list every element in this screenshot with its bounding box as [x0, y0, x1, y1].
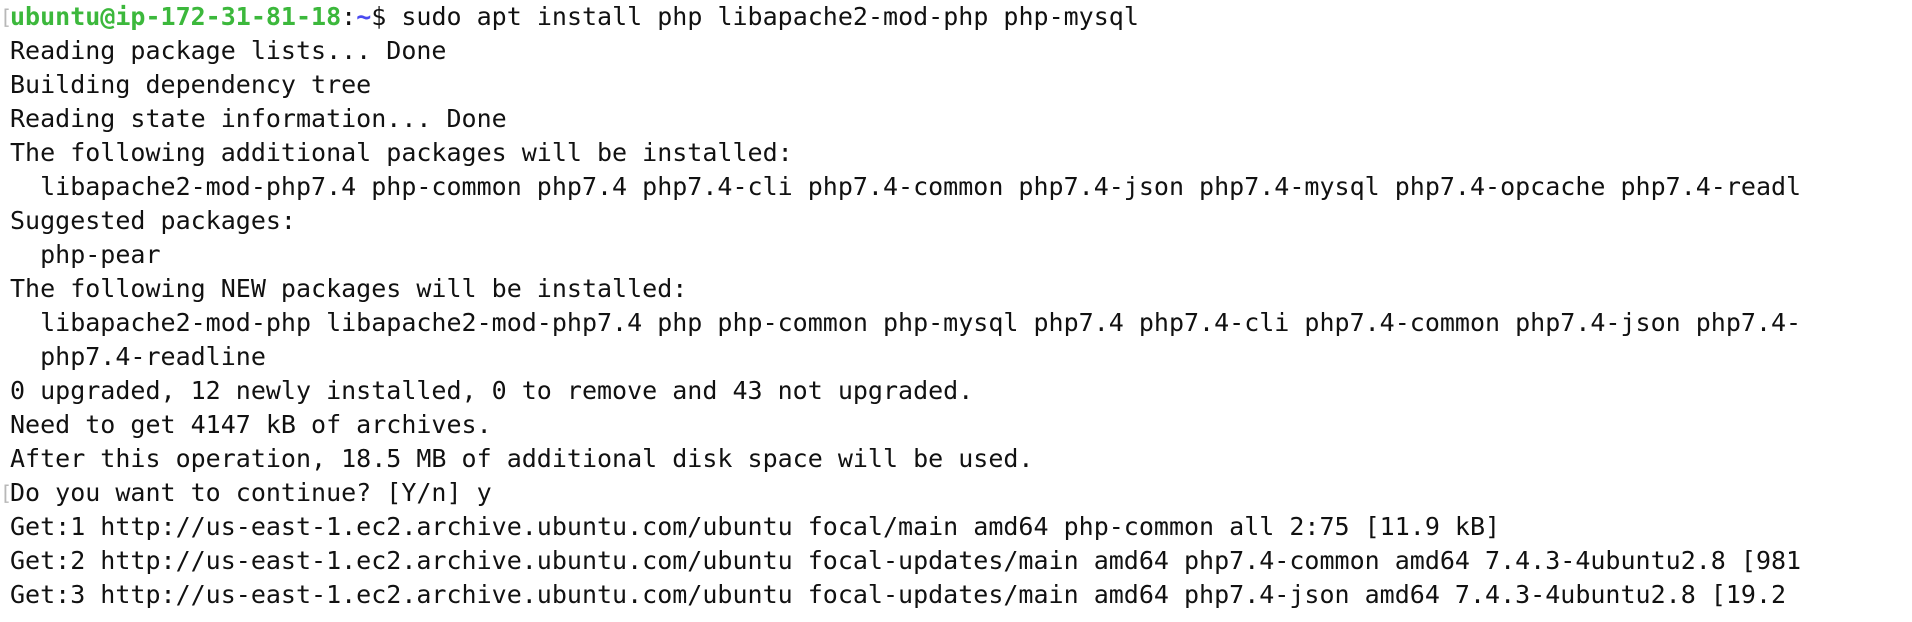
output-line: The following NEW packages will be insta…	[10, 274, 688, 303]
output-line: The following additional packages will b…	[10, 138, 793, 167]
output-line: Get:1 http://us-east-1.ec2.archive.ubunt…	[10, 512, 1501, 541]
prompt-command: sudo apt install php libapache2-mod-php …	[401, 2, 1139, 31]
output-line: Reading state information... Done	[10, 104, 507, 133]
prompt-path: ~	[356, 2, 372, 31]
output-line: libapache2-mod-php libapache2-mod-php7.4…	[10, 308, 1802, 337]
prompt-separator: :	[341, 2, 357, 31]
output-line: libapache2-mod-php7.4 php-common php7.4 …	[10, 172, 1802, 201]
output-line: Suggested packages:	[10, 206, 296, 235]
output-line: After this operation, 18.5 MB of additio…	[10, 444, 1034, 473]
prompt-symbol: $	[371, 2, 402, 31]
output-line: Need to get 4147 kB of archives.	[10, 410, 492, 439]
prompt-line: ubuntu@ip-172-31-81-18:~$ sudo apt insta…	[10, 0, 1139, 34]
output-line: Do you want to continue? [Y/n] y	[10, 478, 492, 507]
output-line: 0 upgraded, 12 newly installed, 0 to rem…	[10, 376, 974, 405]
output-line: php-pear	[10, 240, 161, 269]
output-line: Get:2 http://us-east-1.ec2.archive.ubunt…	[10, 546, 1802, 575]
output-line: Building dependency tree	[10, 70, 372, 99]
terminal-window[interactable]: [ ubuntu@ip-172-31-81-18:~$ sudo apt ins…	[0, 0, 1912, 622]
prompt-user-host: ubuntu@ip-172-31-81-18	[10, 2, 342, 31]
output-line: Reading package lists... Done	[10, 36, 447, 65]
output-line: Get:3 http://us-east-1.ec2.archive.ubunt…	[10, 580, 1787, 609]
output-line: php7.4-readline	[10, 342, 266, 371]
